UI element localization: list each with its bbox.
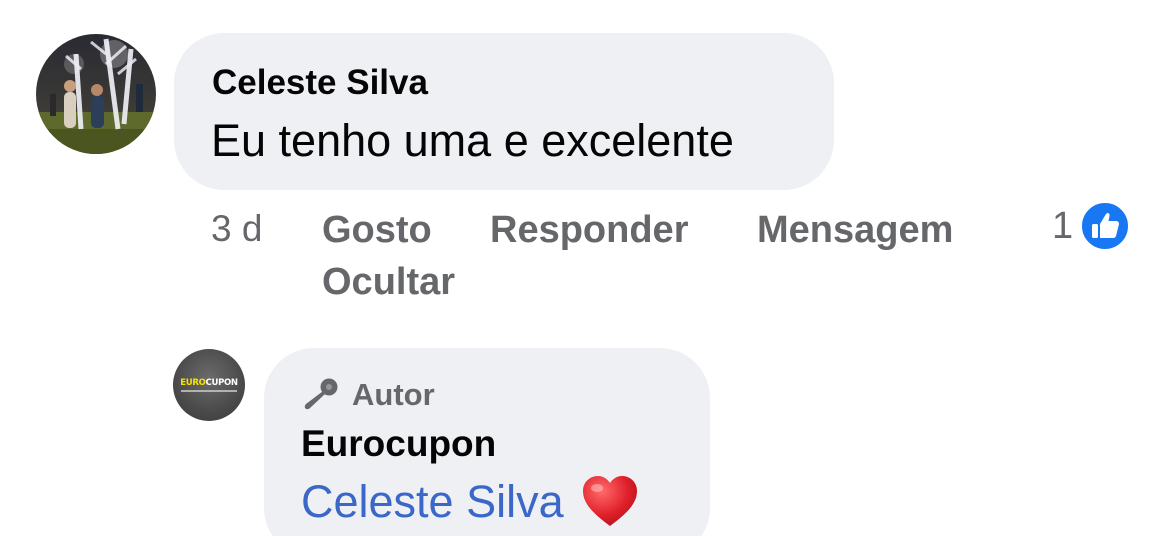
reaction-summary[interactable]: 1 — [1052, 200, 1131, 252]
reply-text: Celeste Silva — [301, 474, 640, 530]
mention-link[interactable]: Celeste Silva — [301, 476, 564, 528]
badge-label: Autor — [352, 377, 435, 412]
microphone-icon — [302, 376, 340, 414]
reply-author[interactable]: Eurocupon — [301, 423, 496, 465]
hide-button[interactable]: Ocultar — [322, 261, 455, 304]
like-button[interactable]: Gosto — [322, 209, 432, 252]
avatar[interactable]: EUROCUPON — [173, 349, 245, 421]
like-icon — [1079, 200, 1131, 252]
comment-author[interactable]: Celeste Silva — [212, 63, 428, 103]
logo-tagline — [181, 390, 237, 392]
comment-text: Eu tenho uma e excelente — [211, 115, 734, 166]
avatar-photo — [36, 34, 156, 154]
reply-bubble[interactable]: Autor Eurocupon Celeste Silva — [264, 348, 710, 536]
comment-bubble[interactable]: Celeste Silva Eu tenho uma e excelente — [174, 33, 834, 190]
reply-button[interactable]: Responder — [490, 209, 688, 252]
comment-thread: Celeste Silva Eu tenho uma e excelente 3… — [0, 0, 1170, 536]
reaction-count: 1 — [1052, 204, 1074, 247]
heart-icon — [580, 474, 640, 530]
comment-timestamp[interactable]: 3 d — [211, 208, 262, 250]
avatar[interactable] — [36, 34, 156, 154]
author-badge: Autor — [302, 375, 435, 415]
message-button[interactable]: Mensagem — [757, 209, 953, 252]
brand-logo: EUROCUPON — [180, 378, 238, 388]
